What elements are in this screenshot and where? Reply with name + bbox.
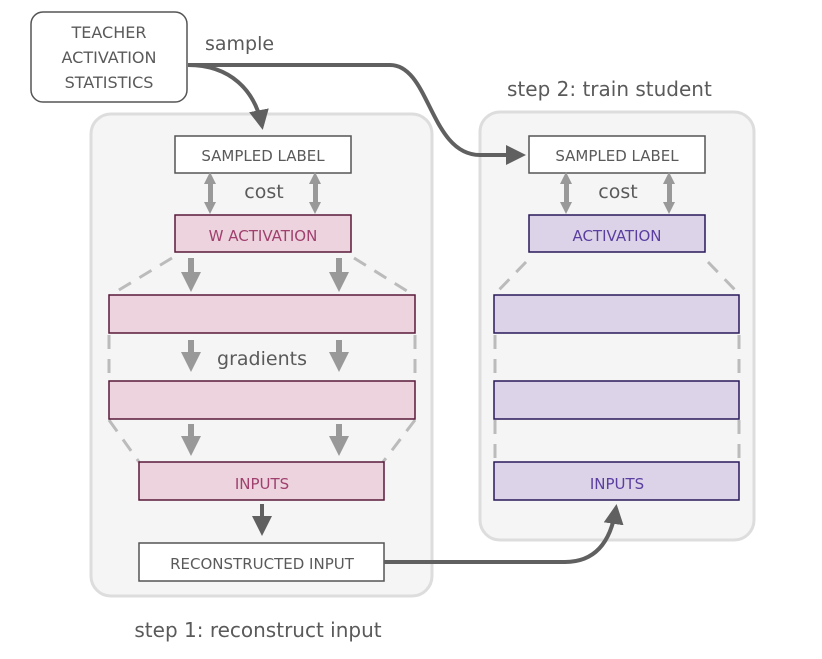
left-activation-box: W ACTIVATION [174, 214, 352, 253]
reconstructed-input-text: RECONSTRUCTED INPUT [170, 555, 355, 573]
right-activation-box: ACTIVATION [528, 214, 706, 253]
right-sampled-label-text: SAMPLED LABEL [555, 147, 679, 165]
left-hidden-layer-2 [108, 380, 416, 420]
teacher-line-2: ACTIVATION [61, 48, 156, 67]
right-hidden-layer-1 [493, 294, 740, 334]
right-activation-text: ACTIVATION [572, 227, 661, 245]
left-inputs-box: INPUTS [138, 461, 385, 501]
left-cost-label: cost [244, 181, 283, 203]
right-cost-label: cost [598, 181, 637, 203]
right-sampled-label-box: SAMPLED LABEL [528, 135, 706, 174]
teacher-activation-statistics-box: TEACHER ACTIVATION STATISTICS [30, 11, 188, 103]
left-inputs-text: INPUTS [235, 475, 289, 493]
left-hidden-layer-1 [108, 294, 416, 334]
left-activation-text: W ACTIVATION [209, 227, 318, 245]
left-sampled-label-text: SAMPLED LABEL [201, 147, 325, 165]
reconstructed-input-box: RECONSTRUCTED INPUT [138, 542, 385, 582]
right-inputs-box: INPUTS [493, 461, 740, 501]
diagram: TEACHER ACTIVATION STATISTICS sample ste… [30, 11, 756, 642]
left-sampled-label-box: SAMPLED LABEL [174, 135, 352, 174]
sample-label: sample [205, 33, 274, 55]
step2-title: step 2: train student [507, 77, 712, 101]
step1-title: step 1: reconstruct input [134, 618, 381, 642]
teacher-line-3: STATISTICS [65, 73, 154, 92]
gradients-label: gradients [217, 348, 307, 370]
teacher-line-1: TEACHER [71, 23, 147, 42]
right-inputs-text: INPUTS [590, 475, 644, 493]
right-hidden-layer-2 [493, 380, 740, 420]
